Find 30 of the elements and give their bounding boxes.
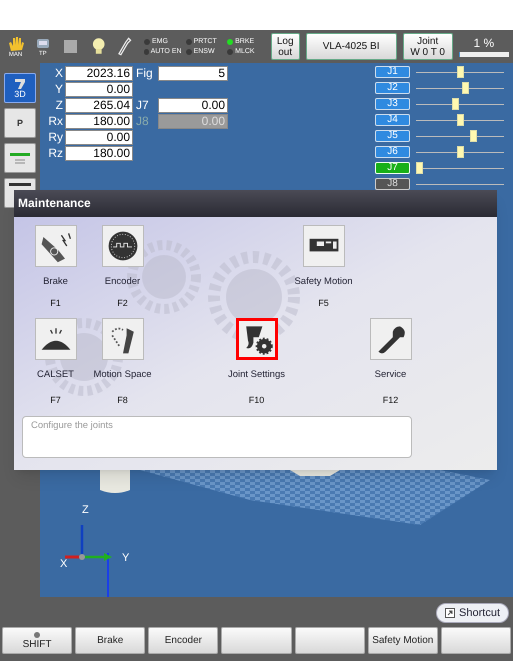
axis-label: Z xyxy=(82,505,89,516)
axis-label: X xyxy=(54,66,64,81)
field-label: J7 xyxy=(136,98,150,113)
function-key-label: F2 xyxy=(117,299,128,308)
axis-label: Rz xyxy=(47,146,64,161)
function-key-label: F10 xyxy=(248,396,264,405)
function-key-label: F7 xyxy=(50,396,61,405)
function-key-label: F12 xyxy=(382,396,398,405)
speed-label: 1 % xyxy=(474,36,494,48)
tile-label: Encoder xyxy=(104,276,142,289)
tile-label: Motion Space xyxy=(92,369,153,382)
tile-label: CALSET xyxy=(36,369,75,382)
field-label: J8 xyxy=(136,114,150,129)
tile-label: Service xyxy=(374,369,408,382)
axis-label: Y xyxy=(122,553,130,564)
tile-label: Brake xyxy=(42,276,69,289)
tile-label: Safety Motion xyxy=(293,276,354,289)
field-label: Fig xyxy=(136,66,154,81)
tile-label: Joint Settings xyxy=(226,369,286,382)
axis-label: X xyxy=(60,559,68,570)
function-key-label: F8 xyxy=(117,396,128,405)
axis-label: Rx xyxy=(47,114,64,129)
axis-label: Y xyxy=(54,82,64,97)
description-box: Configure the joints xyxy=(22,416,412,458)
value-field: 0.00 xyxy=(158,114,228,129)
function-key-label: F5 xyxy=(318,299,329,308)
dialog-title: Maintenance xyxy=(14,190,497,217)
function-key-label: F1 xyxy=(50,299,61,308)
axis-label: Ry xyxy=(47,130,64,145)
axis-label: Z xyxy=(54,98,64,113)
